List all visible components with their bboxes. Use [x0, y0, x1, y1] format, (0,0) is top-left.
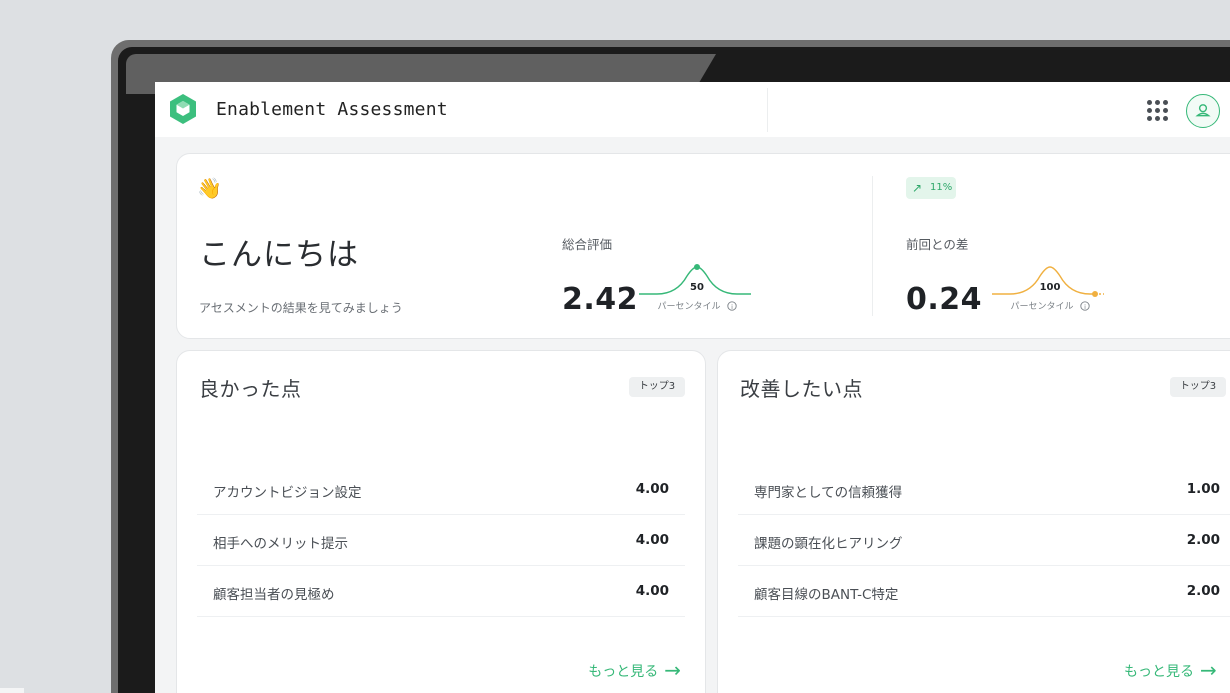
overall-percentile-chart: 50 パーセンタイル i: [639, 264, 751, 312]
list-item-value: 1.00: [1186, 481, 1220, 497]
good-points-title: 良かった点: [199, 377, 302, 401]
overall-percentile-label: パーセンタイル: [657, 301, 720, 312]
improvement-points-card: 改善したい点 トップ3 専門家としての信頼獲得 1.00 課題の顕在化ヒアリング…: [717, 350, 1230, 693]
good-points-list: アカウントビジョン設定 4.00 相手へのメリット提示 4.00 顧客担当者の見…: [197, 464, 685, 617]
improvement-points-list: 専門家としての信頼獲得 1.00 課題の顕在化ヒアリング 2.00 顧客目線のB…: [738, 464, 1230, 617]
list-item[interactable]: 相手へのメリット提示 4.00: [197, 515, 685, 566]
overall-percentile-marker: [694, 264, 700, 270]
diff-percentile-number: 100: [1040, 282, 1061, 293]
list-item-value: 4.00: [635, 481, 669, 497]
header-divider: [767, 88, 768, 132]
list-item-value: 4.00: [635, 583, 669, 599]
overall-percentile-number: 50: [690, 282, 704, 293]
greeting-subtitle: アセスメントの結果を見てみましょう: [199, 301, 403, 315]
trend-badge: ↗ 11%: [906, 177, 956, 199]
list-item[interactable]: 専門家としての信頼獲得 1.00: [738, 464, 1230, 515]
user-icon[interactable]: [1186, 94, 1220, 128]
diff-percentile-label: パーセンタイル: [1010, 301, 1073, 312]
diff-percentile-marker: [1092, 291, 1098, 297]
improve-top3-badge: トップ3: [1170, 377, 1226, 397]
diff-score-label: 前回との差: [906, 237, 969, 252]
diff-score-value: 0.24: [906, 282, 983, 317]
improve-see-more-link[interactable]: もっと見る →: [1124, 657, 1217, 682]
app-header: Enablement Assessment: [155, 82, 1230, 137]
list-item-value: 2.00: [1186, 583, 1220, 599]
good-points-card: 良かった点 トップ3 アカウントビジョン設定 4.00 相手へのメリット提示 4…: [176, 350, 706, 693]
app-screen: Enablement Assessment 👋 こんにちは アセスメントの結果を…: [155, 82, 1230, 693]
hero-divider: [872, 176, 873, 316]
svg-text:i: i: [731, 303, 733, 311]
list-item-label: 相手へのメリット提示: [213, 536, 348, 552]
logo-icon[interactable]: [166, 92, 200, 126]
apps-grid-icon[interactable]: [1147, 100, 1169, 122]
greeting-card: 👋 こんにちは アセスメントの結果を見てみましょう 総合評価 2.42 50 パ…: [176, 153, 1230, 339]
good-see-more-link[interactable]: もっと見る →: [588, 657, 681, 682]
wave-icon: 👋: [197, 176, 222, 200]
improvement-points-title: 改善したい点: [740, 377, 863, 401]
list-item[interactable]: 課題の顕在化ヒアリング 2.00: [738, 515, 1230, 566]
trend-up-icon: ↗: [912, 181, 923, 195]
overall-score-value: 2.42: [562, 282, 639, 317]
list-item-value: 4.00: [635, 532, 669, 548]
app-title: Enablement Assessment: [216, 99, 448, 120]
list-item-label: 顧客担当者の見極め: [213, 587, 335, 603]
list-item-label: アカウントビジョン設定: [213, 485, 362, 501]
list-item-label: 顧客目線のBANT-C特定: [754, 587, 899, 603]
arrow-right-icon: →: [1200, 658, 1217, 682]
list-item-label: 課題の顕在化ヒアリング: [754, 536, 903, 552]
arrow-right-icon: →: [664, 658, 681, 682]
list-item-value: 2.00: [1186, 532, 1220, 548]
bottom-strip: [0, 688, 24, 693]
diff-percentile-chart: 100 パーセンタイル i: [992, 266, 1104, 312]
greeting-title: こんにちは: [199, 237, 359, 273]
svg-text:i: i: [1084, 303, 1086, 311]
list-item[interactable]: 顧客担当者の見極め 4.00: [197, 566, 685, 617]
overall-score-label: 総合評価: [562, 237, 613, 252]
good-top3-badge: トップ3: [629, 377, 685, 397]
list-item[interactable]: アカウントビジョン設定 4.00: [197, 464, 685, 515]
list-item-label: 専門家としての信頼獲得: [754, 485, 903, 501]
list-item[interactable]: 顧客目線のBANT-C特定 2.00: [738, 566, 1230, 617]
